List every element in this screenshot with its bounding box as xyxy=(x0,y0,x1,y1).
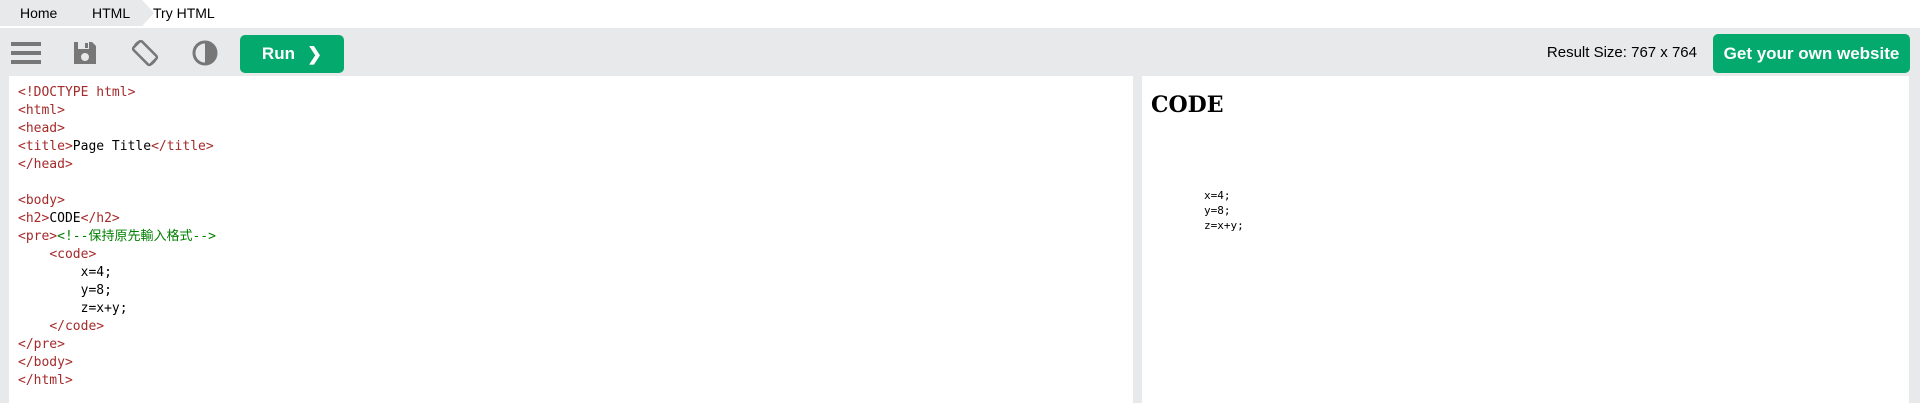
code-token: <!DOCTYPE html> xyxy=(18,85,136,100)
result-frame: CODE x=4; y=8; z=x+y; xyxy=(1142,76,1909,403)
code-line: z=x+y; xyxy=(18,300,1133,318)
code-line: <title>Page Title</title> xyxy=(18,138,1133,156)
breadcrumb-html[interactable]: HTML xyxy=(68,0,154,26)
chevron-right-icon: ❯ xyxy=(306,43,323,64)
breadcrumb-current: Try HTML xyxy=(153,5,215,21)
code-token: </body> xyxy=(18,355,73,370)
result-code: x=4; y=8; z=x+y; xyxy=(1203,189,1244,232)
code-token: </title> xyxy=(151,139,214,154)
code-token: Page Title xyxy=(72,139,152,154)
code-token: <head> xyxy=(18,121,65,136)
code-token: </head> xyxy=(18,157,73,172)
code-line: <!DOCTYPE html> xyxy=(18,84,1133,102)
result-heading: CODE xyxy=(1151,92,1224,118)
result-size: Result Size: 767 x 764 xyxy=(1546,44,1697,61)
code-token: <body> xyxy=(18,193,65,208)
save-icon[interactable] xyxy=(68,36,102,70)
code-line: </code> xyxy=(18,318,1133,336)
contrast-icon[interactable] xyxy=(188,36,222,70)
code-token: </pre> xyxy=(18,337,65,352)
code-token: </code> xyxy=(49,319,105,334)
code-line: <h2>CODE</h2> xyxy=(18,210,1133,228)
code-token: <html> xyxy=(18,103,65,118)
code-token: x=4; xyxy=(18,265,112,280)
code-line: </body> xyxy=(18,354,1133,372)
get-own-website-button[interactable]: Get your own website xyxy=(1713,34,1910,73)
code-token: <h2> xyxy=(18,211,50,226)
code-token: </h2> xyxy=(80,211,120,226)
breadcrumb-home[interactable]: Home xyxy=(0,0,81,26)
code-editor[interactable]: <!DOCTYPE html> <html> <head> <title>Page T… xyxy=(9,76,1133,403)
run-button[interactable]: Run ❯ xyxy=(240,35,344,73)
code-token: <title> xyxy=(18,139,73,154)
code-token: <!--保持原先輸入格式--> xyxy=(57,229,216,244)
code-line: </html> xyxy=(18,372,1133,390)
code-line: <pre><!--保持原先輸入格式--> xyxy=(18,228,1133,246)
code-line: x=4; xyxy=(18,264,1133,282)
code-token: CODE xyxy=(49,211,81,226)
code-line: <code> xyxy=(18,246,1133,264)
code-token: y=8; xyxy=(18,283,112,298)
code-token: <pre> xyxy=(18,229,58,244)
code-line: <body> xyxy=(18,192,1133,210)
toolbar: Run ❯ Result Size: 767 x 764 Get your own… xyxy=(0,28,1920,76)
code-token: z=x+y; xyxy=(18,301,128,316)
breadcrumb: Home HTML Try HTML xyxy=(0,0,1920,28)
code-line: <html> xyxy=(18,102,1133,120)
code-token: </html> xyxy=(18,373,73,388)
code-line: y=8; xyxy=(18,282,1133,300)
menu-icon[interactable] xyxy=(9,36,43,70)
rotate-icon[interactable] xyxy=(128,36,162,70)
code-line: <head> xyxy=(18,120,1133,138)
code-line: </pre> xyxy=(18,336,1133,354)
code-line: </head> xyxy=(18,156,1133,174)
code-token: <code> xyxy=(49,247,97,262)
